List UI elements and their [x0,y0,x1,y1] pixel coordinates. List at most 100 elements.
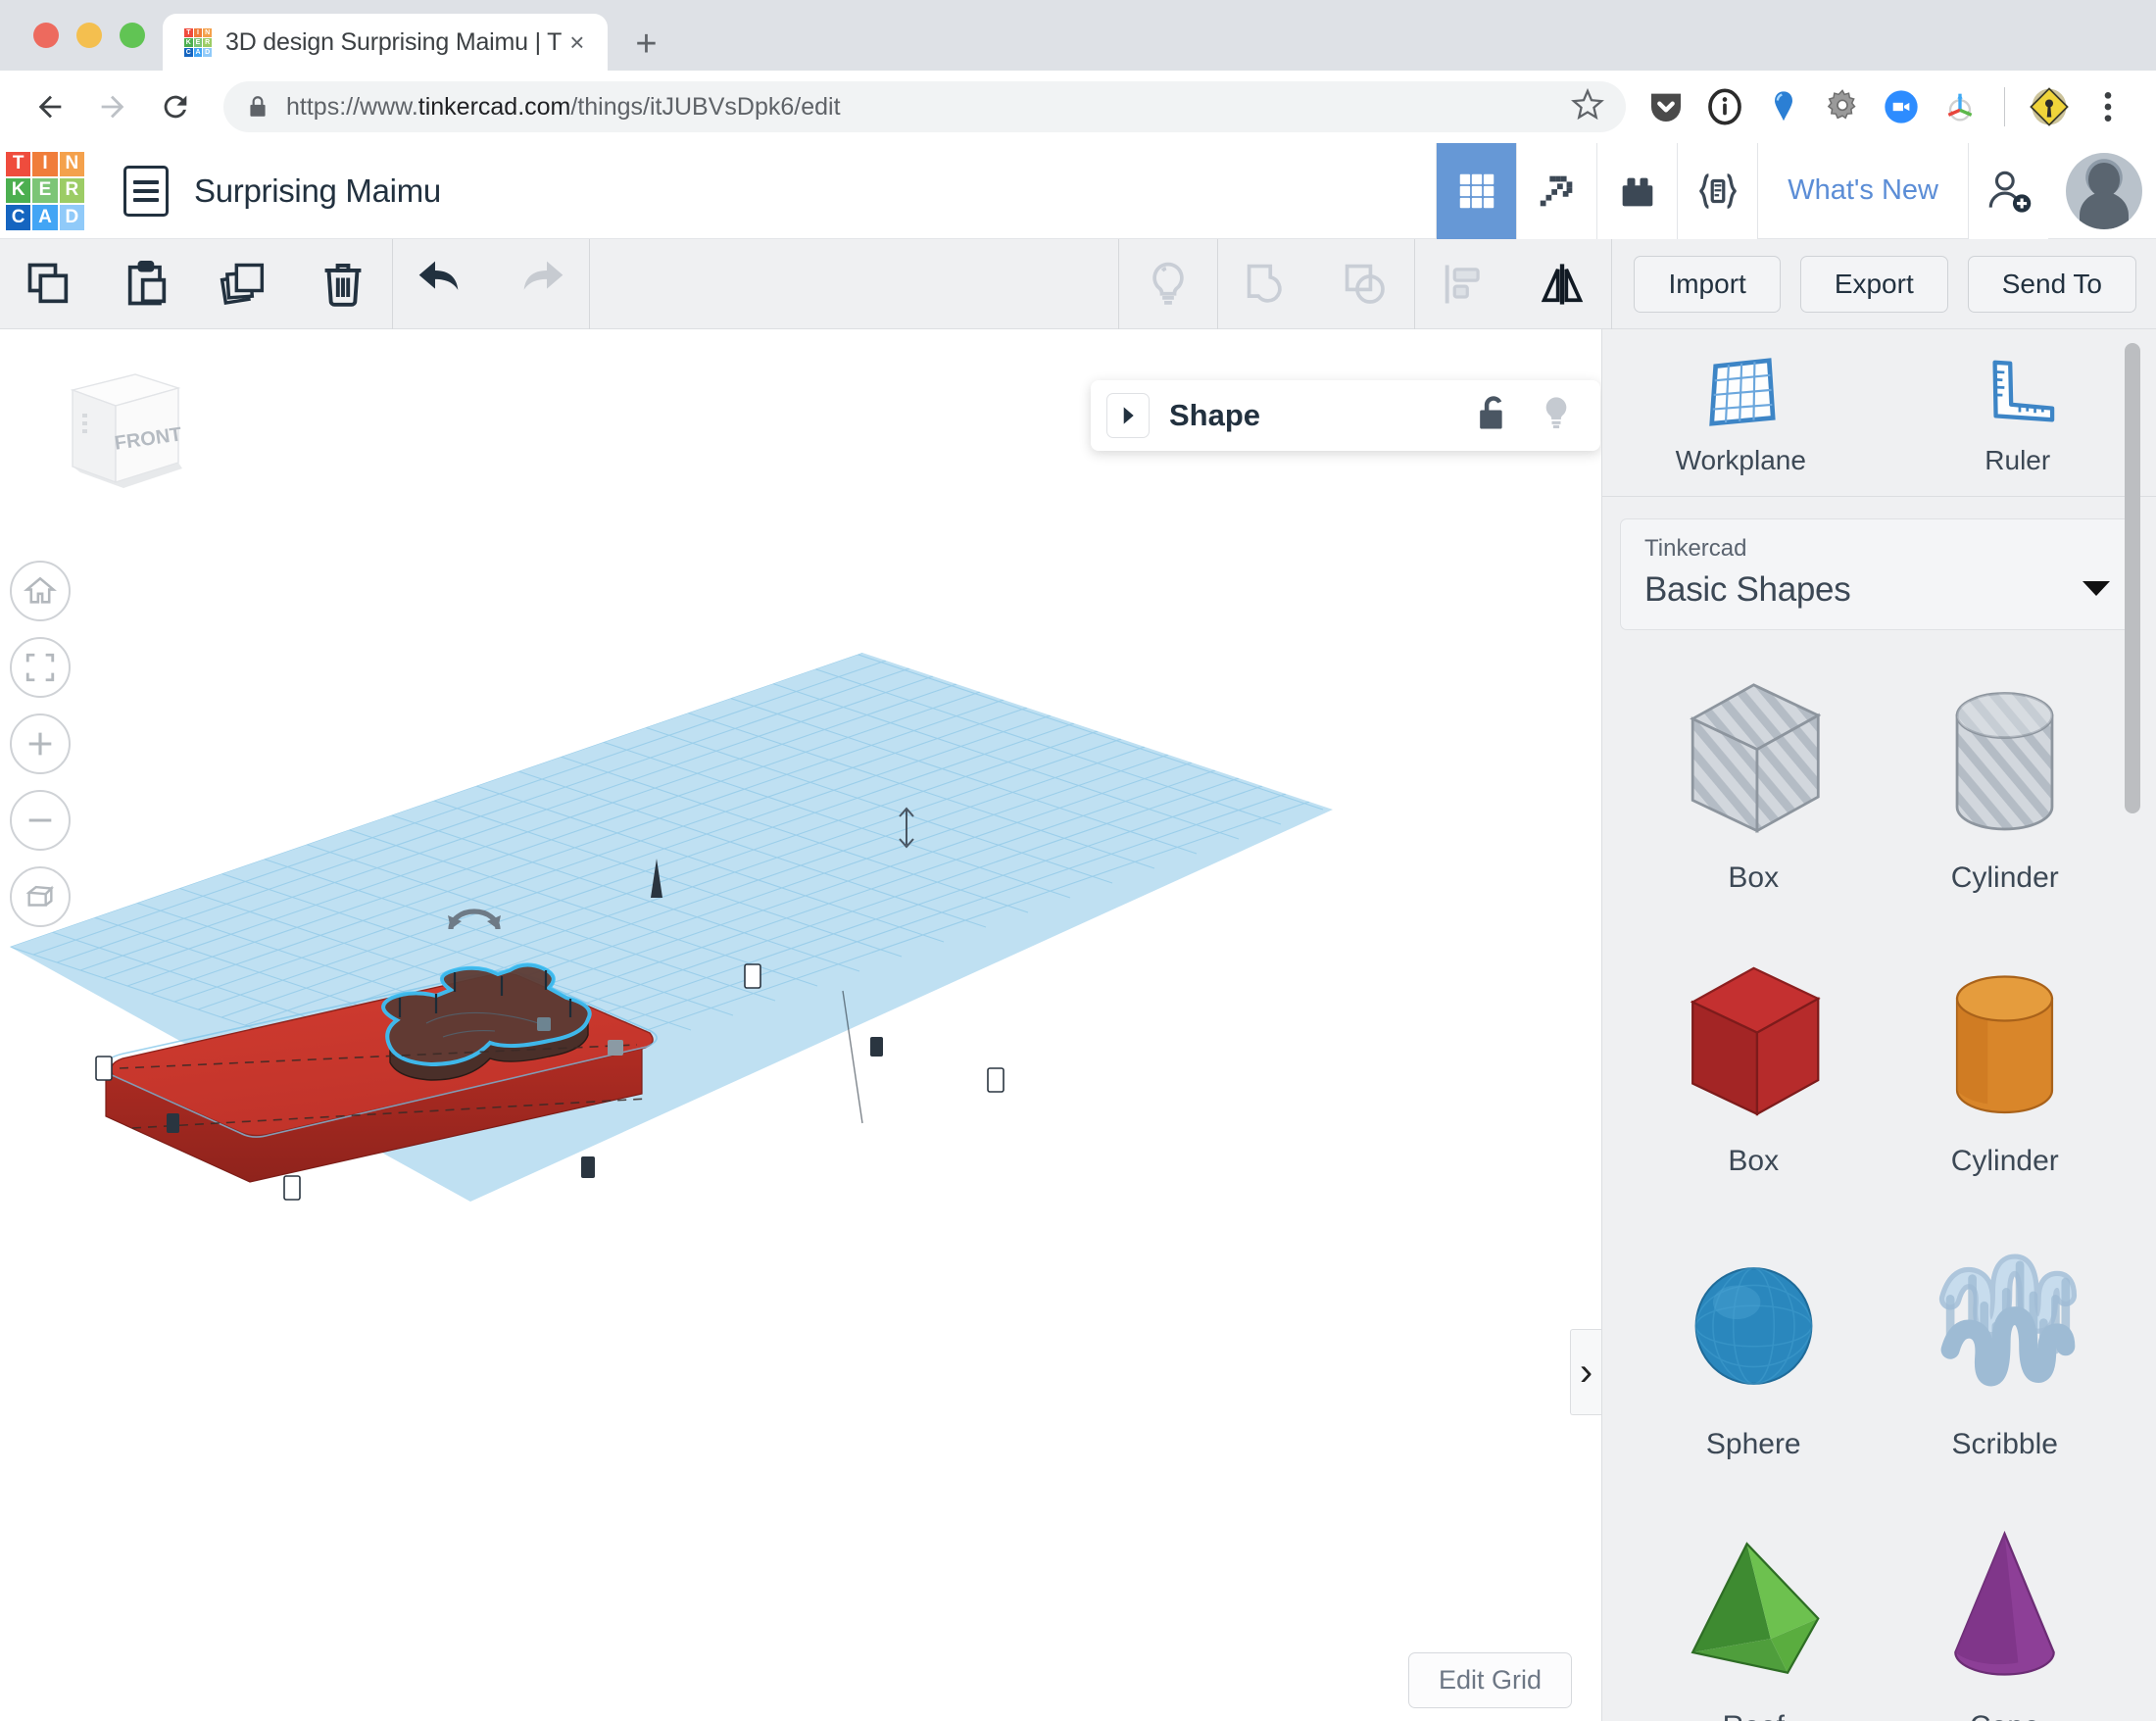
edit-grid-button[interactable]: Edit Grid [1408,1652,1572,1708]
export-button[interactable]: Export [1800,256,1948,313]
invite-person-button[interactable] [1968,143,2048,239]
gear-icon[interactable] [1822,86,1863,127]
shape-label: Cone [1970,1710,2040,1721]
shape-item-sphere[interactable]: Sphere [1628,1230,1880,1506]
duplicate-button[interactable] [196,239,294,329]
whats-new-link[interactable]: What's New [1757,143,1968,239]
favicon-letter: E [194,38,203,47]
sidebar-scrollbar-thumb[interactable] [2125,343,2140,813]
scribble-icon [1919,1230,2090,1422]
omnibox-bar: https://www.tinkercad.com/things/itJUBVs… [0,71,2156,143]
main-area: Workplane [0,329,2156,1721]
dimension-guides [120,1045,647,1128]
align-button[interactable] [1415,239,1513,329]
shape-library-grid: Box Cylinder [1602,630,2156,1721]
resize-handles[interactable] [96,964,1004,1200]
delete-button[interactable] [294,239,392,329]
close-tab-button[interactable]: × [562,29,592,55]
perspective-toggle-button[interactable] [10,866,71,927]
zoom-in-button[interactable] [10,713,71,774]
favicon-letter: N [203,28,212,37]
user-avatar[interactable] [2066,153,2142,229]
view-cube[interactable]: FRONT [61,369,186,496]
address-bar[interactable]: https://www.tinkercad.com/things/itJUBVs… [223,81,1626,132]
shape-item-cone[interactable]: Cone [1880,1512,2132,1721]
undo-button[interactable] [393,239,491,329]
model-hole-shape[interactable] [383,964,590,1080]
history-group [393,239,589,329]
shape-item-hole-box[interactable]: Box [1628,664,1880,940]
shape-item-scribble[interactable]: Scribble [1880,1230,2132,1506]
logo-letter: T [6,152,30,176]
grid-controls: Edit Grid Snap Grid 1.0 mm [1264,1652,1572,1721]
ruler-icon [1977,355,2059,431]
tab-3d-design[interactable] [1436,143,1516,239]
favicon-letter: C [184,48,193,57]
workplane-canvas: Workplane [0,653,1333,1202]
info-circle-icon[interactable] [1704,86,1745,127]
shape-library-select[interactable]: Tinkercad Basic Shapes [1620,518,2138,630]
clipboard-group [0,239,392,329]
sidebar-item-workplane[interactable]: Workplane [1602,329,1880,496]
browser-tab[interactable]: T I N K E R C A D 3D design Surprising M… [163,14,608,71]
logo-letter: R [60,178,84,203]
library-collection: Basic Shapes [1644,570,2114,610]
editor-toolbar: Import Export Send To [0,239,2156,329]
video-camera-icon[interactable] [1881,86,1922,127]
shape-item-solid-cylinder[interactable]: Cylinder [1880,947,2132,1223]
bookmark-star-icon[interactable] [1571,88,1604,126]
shape-item-roof[interactable]: Roof [1628,1512,1880,1721]
forward-button[interactable] [84,78,141,135]
shape-label: Cylinder [1951,861,2059,895]
tab-circuits-brick[interactable] [1596,143,1677,239]
shape-item-solid-box[interactable]: Box [1628,947,1880,1223]
ungroup-button[interactable] [1316,239,1414,329]
copy-button[interactable] [0,239,98,329]
autodesk-viewer-icon[interactable] [1939,86,1981,127]
minimize-window-button[interactable] [76,23,102,48]
new-tab-button[interactable]: + [635,25,657,63]
paste-button[interactable] [98,239,196,329]
back-button[interactable] [22,78,78,135]
lightbulb-icon[interactable] [1538,393,1575,439]
mirror-button[interactable] [1513,239,1611,329]
kebab-menu-icon[interactable] [2087,86,2129,127]
reload-button[interactable] [147,78,204,135]
tinkercad-logo[interactable]: T I N K E R C A D [6,152,84,230]
import-button[interactable]: Import [1634,256,1780,313]
tab-strip: T I N K E R C A D 3D design Surprising M… [0,0,2156,71]
balloon-icon[interactable] [1763,86,1804,127]
model-red-base[interactable] [105,970,657,1182]
caution-badge-icon[interactable] [2029,86,2070,127]
lock-icon [245,94,270,120]
tab-codeblocks[interactable] [1677,143,1757,239]
fit-to-view-button[interactable] [10,637,71,698]
3d-viewport[interactable]: Workplane [0,329,1602,1721]
shape-inspector-panel[interactable]: Shape [1091,380,1600,451]
center-handles[interactable] [167,1017,883,1178]
rotate-arrow-icon[interactable] [443,898,506,945]
favicon-letter: D [203,48,212,57]
zoom-out-button[interactable] [10,790,71,851]
home-view-button[interactable] [10,561,71,621]
list-document-icon[interactable] [123,166,169,217]
shape-panel-expand-button[interactable] [1106,393,1150,438]
collapse-panel-button[interactable]: › [1570,1329,1601,1415]
unlocked-padlock-icon[interactable] [1475,393,1512,439]
sidebar-item-ruler[interactable]: Ruler [1880,329,2156,496]
sidebar-ruler-label: Ruler [1984,445,2050,476]
tab-minecraft[interactable] [1516,143,1596,239]
close-window-button[interactable] [33,23,59,48]
maximize-window-button[interactable] [120,23,145,48]
roof-icon [1668,1512,1839,1704]
group-ungroup-group [1218,239,1414,329]
hole-box-icon [1668,664,1839,856]
shape-item-hole-cylinder[interactable]: Cylinder [1880,664,2132,940]
pocket-icon[interactable] [1645,86,1687,127]
tinkercad-favicon: T I N K E R C A D [184,28,212,56]
sidebar-scroll-track[interactable] [2132,329,2148,1721]
group-button[interactable] [1218,239,1316,329]
solid-hole-button[interactable] [1119,239,1217,329]
redo-button[interactable] [491,239,589,329]
send-to-button[interactable]: Send To [1968,256,2136,313]
